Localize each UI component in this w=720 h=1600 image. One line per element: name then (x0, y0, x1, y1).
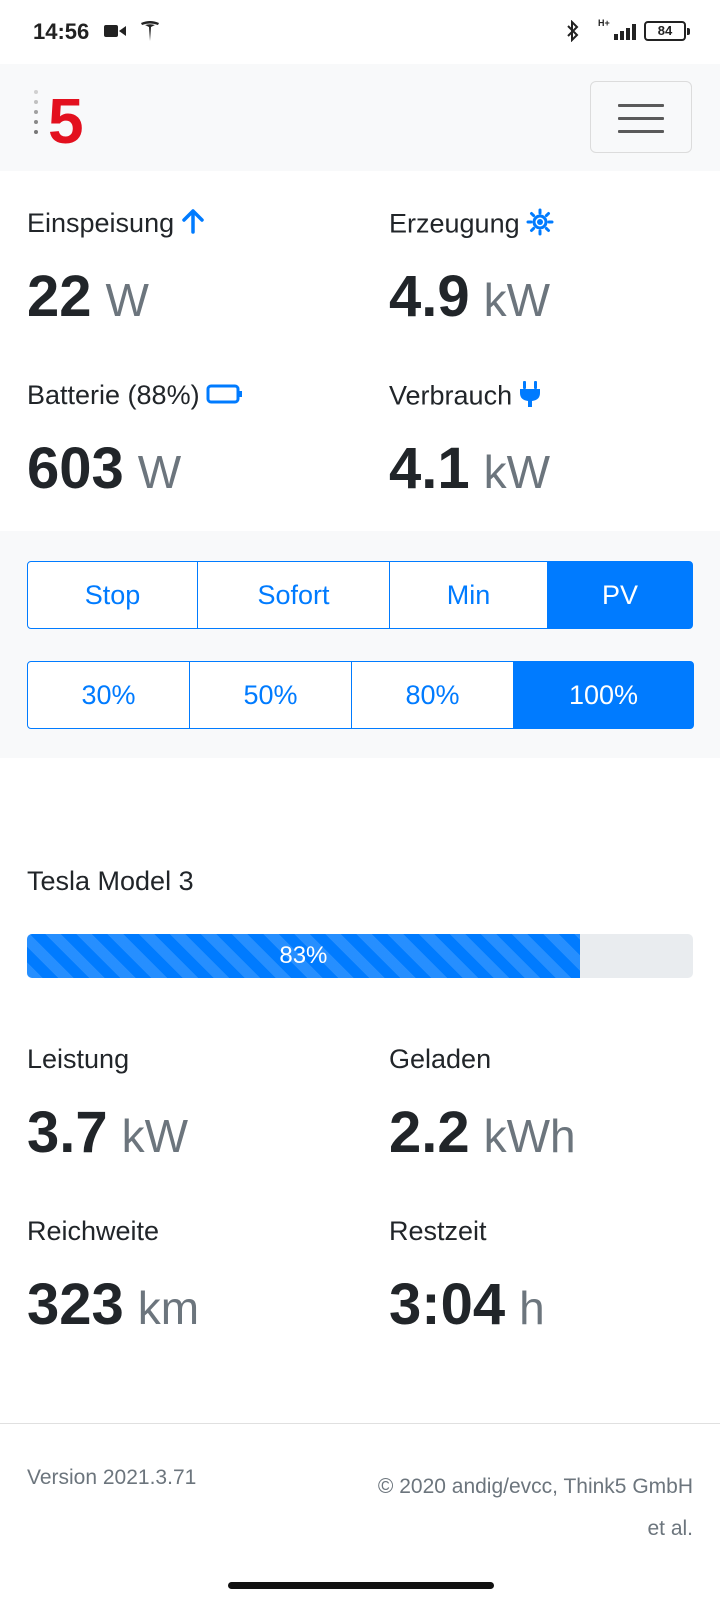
status-time: 14:56 (33, 19, 90, 44)
status-bar: 14:56 H+ 84 (0, 0, 720, 64)
consumption-value: 4.1 kW (389, 436, 551, 501)
target-80-button[interactable]: 80% (351, 661, 514, 729)
navbar: 5 (0, 64, 720, 171)
remaining-time-value: 3:04 h (389, 1272, 545, 1337)
battery-label: Batterie (88%) (27, 380, 244, 412)
arrow-up-icon (180, 208, 206, 241)
video-camera-icon (104, 24, 126, 43)
remaining-time-label: Restzeit (389, 1216, 487, 1246)
home-indicator[interactable] (228, 1582, 494, 1589)
logo-text: 5 (48, 86, 84, 150)
network-type: H+ (598, 18, 610, 28)
footer-divider (0, 1423, 720, 1424)
power-label: Leistung (27, 1044, 130, 1074)
think5-logo[interactable]: 5 (28, 85, 98, 157)
charged-label: Geladen (389, 1044, 492, 1074)
evcc-app: 14:56 H+ 84 5 Einspeisung 22 W Erzeugung… (0, 0, 720, 1600)
generation-label: Erzeugung (389, 208, 554, 243)
range-value: 323 km (27, 1272, 200, 1337)
sun-icon (526, 208, 554, 243)
generation-value: 4.9 kW (389, 264, 551, 329)
progress-label: 83% (279, 942, 328, 969)
battery-outline-icon (206, 381, 244, 412)
mode-min-button[interactable]: Min (389, 561, 548, 629)
vehicle-title: Tesla Model 3 (27, 866, 194, 896)
target-100-button[interactable]: 100% (513, 661, 694, 729)
signal-icon (614, 22, 640, 45)
target-soc-button-group: 30% 50% 80% 100% (27, 661, 694, 729)
mode-pv-button[interactable]: PV (547, 561, 693, 629)
battery-value: 603 W (27, 436, 182, 501)
target-30-button[interactable]: 30% (27, 661, 190, 729)
range-label: Reichweite (27, 1216, 160, 1246)
plug-icon (518, 380, 542, 415)
bluetooth-icon (566, 19, 580, 47)
footer-version: Version 2021.3.71 (27, 1466, 197, 1489)
consumption-label: Verbrauch (389, 380, 542, 415)
tesla-icon (140, 20, 160, 47)
footer-copyright: © 2020 andig/evcc, Think5 GmbH et al. (377, 1475, 693, 1540)
charged-value: 2.2 kWh (389, 1100, 576, 1165)
target-50-button[interactable]: 50% (189, 661, 352, 729)
mode-stop-button[interactable]: Stop (27, 561, 198, 629)
power-value: 3.7 kW (27, 1100, 189, 1165)
hamburger-icon (618, 104, 664, 107)
mode-panel: Stop Sofort Min PV 30% 50% 80% 100% (0, 531, 720, 758)
battery-level: 84 (657, 23, 673, 38)
feed-in-label: Einspeisung (27, 208, 206, 241)
mode-button-group: Stop Sofort Min PV (27, 561, 693, 629)
mode-sofort-button[interactable]: Sofort (197, 561, 390, 629)
feed-in-value: 22 W (27, 264, 149, 329)
battery-icon: 84 (644, 21, 690, 41)
menu-button[interactable] (590, 81, 692, 153)
vehicle-soc-progress: 83% (27, 934, 693, 978)
